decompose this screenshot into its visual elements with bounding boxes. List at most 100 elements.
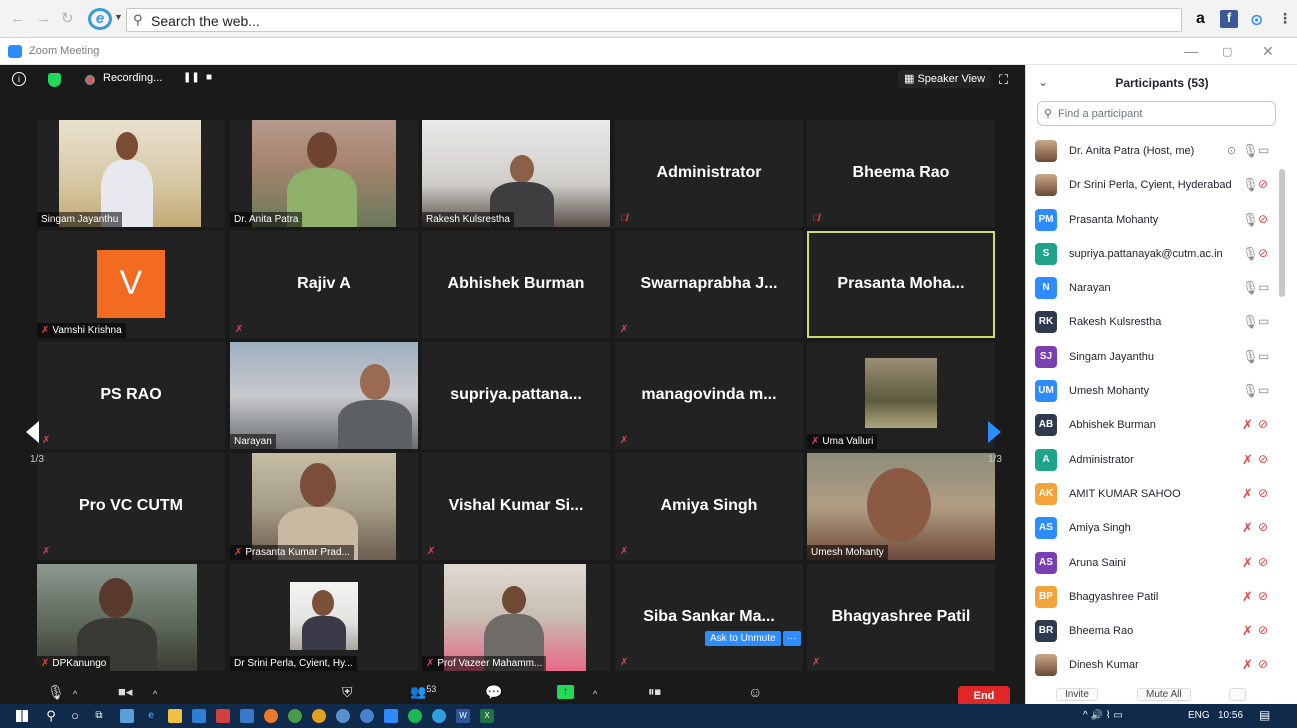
mic-muted-icon[interactable]: ✗ [1242,486,1253,502]
participant-row[interactable]: PM Prasanta Mohanty 🎙 ⊘ [1026,204,1286,238]
share-screen-icon[interactable]: ↑ [557,685,574,699]
speaker-view-button[interactable]: ▦ Speaker View [898,70,992,88]
menu-icon[interactable]: ⋮ [1278,10,1292,27]
app-icon[interactable] [120,709,134,723]
app-icon[interactable] [192,709,206,723]
participant-row[interactable]: Ssupriya.pattanayak@cutm.ac.in 🎙 ⊘ [1026,238,1286,272]
video-off-icon[interactable]: ⊘ [1258,212,1268,226]
microphone-icon[interactable]: 🎙 [47,684,65,701]
edge-icon[interactable] [432,709,446,723]
mic-muted-icon[interactable]: ✗ [1242,657,1253,673]
security-shield-icon[interactable] [48,73,61,87]
security-icon[interactable]: ⛨ [342,684,353,701]
mail-icon[interactable] [240,709,254,723]
notifications-icon[interactable]: ▤ [1259,708,1270,722]
video-tile[interactable]: ✗ Prasanta Kumar Prad... [230,453,418,560]
chat-icon[interactable]: 💬 [485,684,502,701]
video-tile[interactable]: Bhagyashree Patil ✗ [807,564,995,671]
video-tile[interactable]: Rakesh Kulsrestha [422,120,610,227]
video-tile[interactable]: Narayan [230,342,418,449]
video-off-icon[interactable]: ⊘ [1258,452,1268,466]
record-pause-stop-icon[interactable]: ⏸⏹ [648,684,661,700]
video-tile[interactable]: ✗ DPKanungo [37,564,225,671]
video-tile[interactable]: Administrator 🎙̸ [615,120,803,227]
minimize-icon[interactable]: — [1184,43,1198,59]
task-view-icon[interactable]: ⧉ [92,709,106,723]
store-icon[interactable] [168,709,182,723]
chevron-down-icon[interactable]: ▼ [114,12,123,22]
participant-row[interactable]: Dinesh Kumar ✗ ⊘ [1026,649,1286,683]
video-tile[interactable]: Dr. Anita Patra [230,120,418,227]
video-off-icon[interactable]: ⊘ [1258,589,1268,603]
app-icon[interactable] [216,709,230,723]
video-camera-icon[interactable]: ▭ [1258,280,1269,294]
participant-row[interactable]: BP Bhagyashree Patil ✗ ⊘ [1026,581,1286,615]
mic-muted-icon[interactable]: ✗ [1242,589,1253,605]
pause-recording-icon[interactable]: ❚❚ [183,72,200,83]
mic-muted-icon[interactable]: ✗ [1242,520,1253,536]
clock[interactable]: 10:56 [1218,710,1243,721]
video-off-icon[interactable]: ⊘ [1258,246,1268,260]
chrome-icon[interactable] [288,709,302,723]
participant-row[interactable]: N Narayan 🎙 ▭ [1026,272,1286,306]
app-icon[interactable] [312,709,326,723]
microphone-icon[interactable]: 🎙 [1242,212,1259,228]
microphone-icon[interactable]: 🎙 [1242,349,1259,365]
search-input[interactable]: ⚲ Search the web... [126,8,1182,32]
video-off-icon[interactable]: ⊘ [1258,486,1268,500]
video-camera-icon[interactable]: ▭ [1258,314,1269,328]
video-tile[interactable]: Vishal Kumar Si... ✗ [422,453,610,560]
more-options-button[interactable] [1229,688,1246,701]
zoom-taskbar-icon[interactable] [384,709,398,723]
video-tile[interactable]: supriya.pattana... [422,342,610,449]
microphone-icon[interactable]: 🎙 [1242,177,1259,193]
video-tile[interactable]: Siba Sankar Ma... ✗ [615,564,803,671]
more-options-button[interactable]: ··· [782,631,801,646]
next-page-icon[interactable] [988,421,1001,443]
participant-row[interactable]: AK AMIT KUMAR SAHOO ✗ ⊘ [1026,478,1286,512]
mic-muted-icon[interactable]: ✗ [1242,555,1253,571]
excel-icon[interactable]: X [480,709,494,723]
cortana-icon[interactable]: ○ [68,709,82,723]
amazon-extension-icon[interactable]: a [1196,10,1205,28]
video-tile[interactable]: PS RAO ✗ [37,342,225,449]
word-icon[interactable]: W [456,709,470,723]
video-camera-icon[interactable]: ▭ [1258,383,1269,397]
participant-row[interactable]: AS Aruna Saini ✗ ⊘ [1026,547,1286,581]
firefox-icon[interactable] [264,709,278,723]
tray-icons[interactable]: ^ 🔊 ⌇ ▭ [1083,710,1123,721]
video-tile[interactable]: Amiya Singh ✗ [615,453,803,560]
video-tile[interactable]: managovinda m... ✗ [615,342,803,449]
video-tile[interactable]: ✗ Uma Valluri [807,342,995,449]
extension-icon[interactable]: ⊙ [1250,10,1263,30]
spotify-icon[interactable] [408,709,422,723]
microphone-icon[interactable]: 🎙 [1242,383,1259,399]
participant-row[interactable]: SJ Singam Jayanthu 🎙 ▭ [1026,341,1286,375]
participants-icon[interactable]: 👥53 [410,684,436,700]
participant-row[interactable]: BR Bheema Rao ✗ ⊘ [1026,615,1286,649]
app-icon[interactable] [360,709,374,723]
video-camera-icon[interactable]: ■◂ [118,684,132,700]
search-icon[interactable]: ⚲ [44,709,58,723]
video-tile[interactable]: V ✗ Vamshi Krishna [37,231,225,338]
audio-options-chevron-icon[interactable]: ^ [73,689,77,699]
video-tile[interactable]: Dr Srini Perla, Cyient, Hy... [230,564,418,671]
video-tile[interactable]: Swarnaprabha J... ✗ [615,231,803,338]
microphone-icon[interactable]: 🎙 [1242,280,1259,296]
invite-button[interactable]: Invite [1056,688,1098,701]
microphone-icon[interactable]: 🎙 [1242,314,1259,330]
facebook-extension-icon[interactable]: f [1220,10,1238,28]
video-off-icon[interactable]: ⊘ [1258,555,1268,569]
ask-to-unmute-button[interactable]: Ask to Unmute [705,631,781,646]
video-off-icon[interactable]: ⊘ [1258,657,1268,671]
participant-row[interactable]: UM Umesh Mohanty 🎙 ▭ [1026,375,1286,409]
mute-all-button[interactable]: Mute All [1137,688,1191,701]
video-tile[interactable]: Abhishek Burman [422,231,610,338]
video-tile[interactable]: Singam Jayanthu [37,120,225,227]
video-options-chevron-icon[interactable]: ^ [153,689,157,699]
app-icon[interactable] [336,709,350,723]
active-speaker-tile[interactable]: Prasanta Moha... [807,231,995,338]
info-icon[interactable]: i [12,72,26,86]
participant-row[interactable]: AS Amiya Singh ✗ ⊘ [1026,512,1286,546]
video-off-icon[interactable]: ⊘ [1258,417,1268,431]
